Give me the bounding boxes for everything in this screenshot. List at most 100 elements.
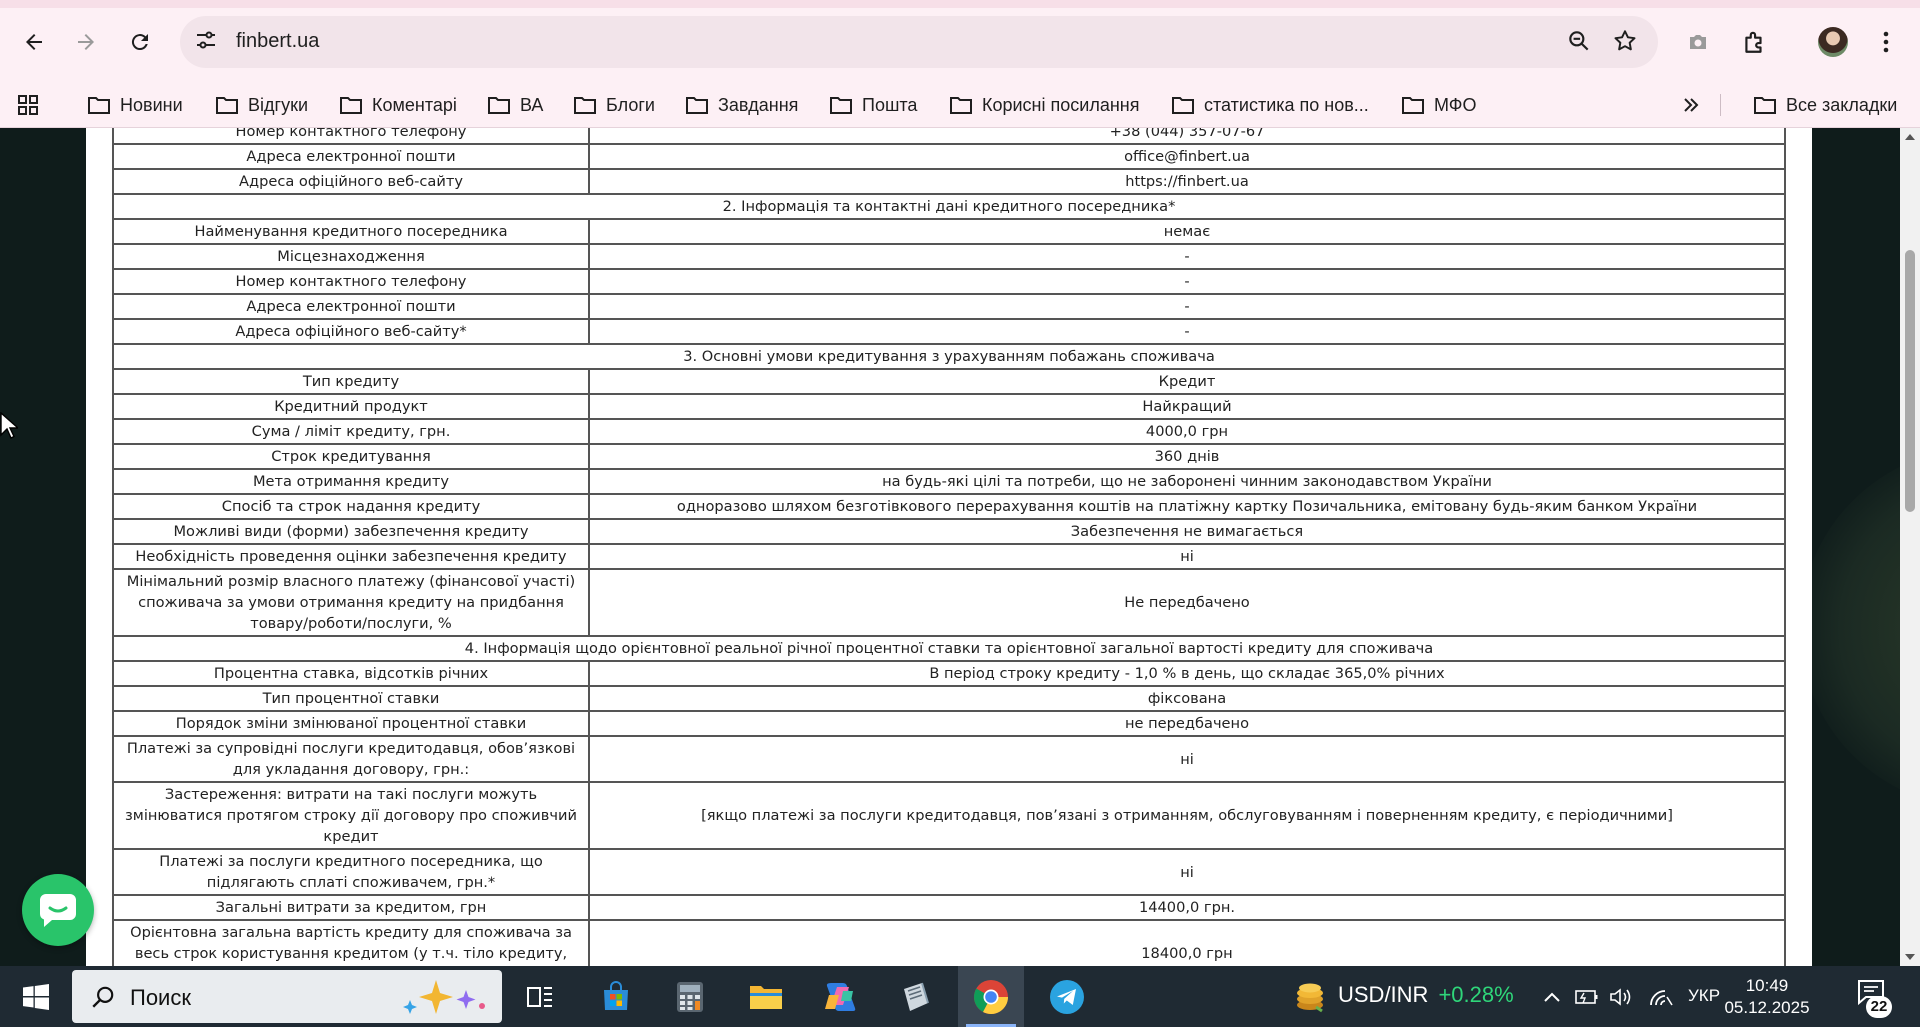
coins-widget-icon[interactable]	[1288, 966, 1332, 1027]
copilot-icon[interactable]	[814, 966, 866, 1027]
table-row: Тип процентної ставки фіксована	[112, 685, 1786, 712]
table-row: Загальні витрати за кредитом, грн 14400,0…	[112, 894, 1786, 921]
ticker-name: USD/INR	[1338, 982, 1429, 1007]
table-row: Мінімальний розмір власного платежу (фін…	[112, 568, 1786, 637]
section-title: 4. Інформація щодо орієнтовної реальної …	[112, 635, 1786, 662]
bookmark-label: Пошта	[862, 94, 918, 115]
bookmark-folder-useful-links[interactable]: Корисні посилання	[950, 82, 1139, 128]
page-scrollbar[interactable]	[1900, 128, 1920, 966]
currency-ticker[interactable]: USD/INR +0.28%	[1338, 982, 1514, 1008]
forward-arrow-icon	[78, 34, 94, 50]
bookmark-folder-va[interactable]: ВА	[488, 82, 543, 128]
row-label: Загальні витрати за кредитом, грн	[112, 894, 590, 921]
row-label: Платежі за супровідні послуги кредитодав…	[112, 735, 590, 783]
file-explorer-icon[interactable]	[740, 966, 792, 1027]
sparkle-icon	[403, 980, 485, 1014]
battery-icon[interactable]	[1572, 966, 1602, 1027]
tray-chevron-up-icon[interactable]	[1538, 966, 1566, 1027]
folder-icon	[830, 97, 852, 114]
folder-icon	[340, 97, 362, 114]
row-label: Строк кредитування	[112, 443, 590, 470]
row-label: Тип процентної ставки	[112, 685, 590, 712]
folder-icon	[1402, 97, 1424, 114]
row-label: Спосіб та строк надання кредиту	[112, 493, 590, 520]
ticker-change: +0.28%	[1438, 982, 1514, 1007]
table-row: Строк кредитування 360 днів	[112, 443, 1786, 470]
calculator-icon[interactable]	[664, 966, 716, 1027]
table-row: Адреса офіційного веб-сайту https://finbe…	[112, 168, 1786, 195]
extensions-icon[interactable]	[1732, 20, 1776, 64]
bookmark-label: Коментарі	[372, 94, 457, 115]
taskbar-search-box[interactable]: Поиск	[72, 970, 502, 1023]
all-bookmarks-button[interactable]: Все закладки	[1754, 82, 1897, 128]
bookmark-folder-reviews[interactable]: Відгуки	[216, 82, 308, 128]
language-indicator[interactable]: УКР	[1688, 986, 1720, 1006]
avatar	[1818, 27, 1848, 57]
system-clock[interactable]: 10:49 05.12.2025	[1722, 975, 1812, 1019]
section-header-row: 2. Інформація та контактні дані кредитно…	[112, 193, 1786, 220]
bookmark-star-icon[interactable]	[1612, 28, 1638, 59]
volume-icon[interactable]	[1606, 966, 1636, 1027]
camera-icon[interactable]	[1676, 20, 1720, 64]
site-info-icon[interactable]	[194, 28, 218, 57]
wifi-icon[interactable]	[1646, 966, 1676, 1027]
start-button[interactable]	[10, 966, 62, 1027]
apps-grid-icon[interactable]	[16, 82, 40, 128]
section-header-row: 4. Інформація щодо орієнтовної реальної …	[112, 635, 1786, 662]
bookmark-folder-news[interactable]: Новини	[88, 82, 183, 128]
reload-button[interactable]	[118, 20, 162, 64]
notes-app-icon[interactable]	[890, 966, 942, 1027]
scroll-up-arrow-icon[interactable]	[1905, 134, 1915, 140]
bookmark-folder-blogs[interactable]: Блоги	[574, 82, 655, 128]
url-text[interactable]: finbert.ua	[236, 30, 319, 53]
chat-widget-button[interactable]	[22, 874, 94, 946]
row-label: Мінімальний розмір власного платежу (фін…	[112, 568, 590, 637]
row-value: ні	[588, 848, 1786, 896]
row-value: ні	[588, 543, 1786, 570]
row-label: Адреса електронної пошти	[112, 143, 590, 170]
zoom-icon[interactable]	[1566, 28, 1592, 59]
table-row: Застереження: витрати на такі послуги мо…	[112, 781, 1786, 850]
menu-kebab-icon[interactable]	[1864, 20, 1908, 64]
chat-bubble-icon	[40, 894, 76, 927]
row-value: -	[588, 293, 1786, 320]
table-row: Можливі види (форми) забезпечення кредит…	[112, 518, 1786, 545]
bookmarks-overflow-chevron-icon[interactable]	[1682, 82, 1700, 128]
bookmark-folder-statistics[interactable]: статистика по нов...	[1172, 82, 1369, 128]
table-row: Номер контактного телефону -	[112, 268, 1786, 295]
table-row: Місцезнаходження -	[112, 243, 1786, 270]
row-label: Найменування кредитного посередника	[112, 218, 590, 245]
row-label: Сума / ліміт кредиту, грн.	[112, 418, 590, 445]
table-row: Необхідність проведення оцінки забезпече…	[112, 543, 1786, 570]
row-value: на будь-які цілі та потреби, що не забор…	[588, 468, 1786, 495]
chrome-taskbar-icon[interactable]	[964, 966, 1018, 1027]
bookmark-folder-tasks[interactable]: Завдання	[686, 82, 798, 128]
windows-logo-icon	[23, 983, 49, 1010]
bookmark-label: ВА	[520, 94, 544, 115]
table-row: Тип кредиту Кредит	[112, 368, 1786, 395]
folder-icon	[574, 97, 596, 114]
address-bar[interactable]: finbert.ua	[180, 16, 1658, 68]
forward-button[interactable]	[64, 20, 108, 64]
row-label: Платежі за послуги кредитного посередник…	[112, 848, 590, 896]
microsoft-store-icon[interactable]	[590, 966, 642, 1027]
bookmark-folder-mfo[interactable]: МФО	[1402, 82, 1476, 128]
windows-taskbar: Поиск USD/INR +0.28% УКР 10:49 05.12.202…	[0, 966, 1920, 1027]
profile-avatar[interactable]	[1811, 20, 1855, 64]
bookmark-label: Завдання	[718, 94, 799, 115]
browser-toolbar: finbert.ua	[0, 0, 1920, 82]
row-value: Найкращий	[588, 393, 1786, 420]
back-button[interactable]	[12, 20, 56, 64]
scrollbar-thumb[interactable]	[1905, 250, 1915, 512]
table-row: Адреса офіційного веб-сайту* -	[112, 318, 1786, 345]
row-value: немає	[588, 218, 1786, 245]
telegram-icon[interactable]	[1040, 966, 1094, 1027]
scroll-down-arrow-icon[interactable]	[1905, 954, 1915, 960]
row-value: не передбачено	[588, 710, 1786, 737]
task-view-icon[interactable]	[514, 966, 566, 1027]
bookmark-folder-mail[interactable]: Пошта	[830, 82, 917, 128]
bookmark-folder-comments[interactable]: Коментарі	[340, 82, 457, 128]
table-row: Платежі за послуги кредитного посередник…	[112, 848, 1786, 896]
section-title: 3. Основні умови кредитування з урахуван…	[112, 343, 1786, 370]
row-label: Адреса електронної пошти	[112, 293, 590, 320]
